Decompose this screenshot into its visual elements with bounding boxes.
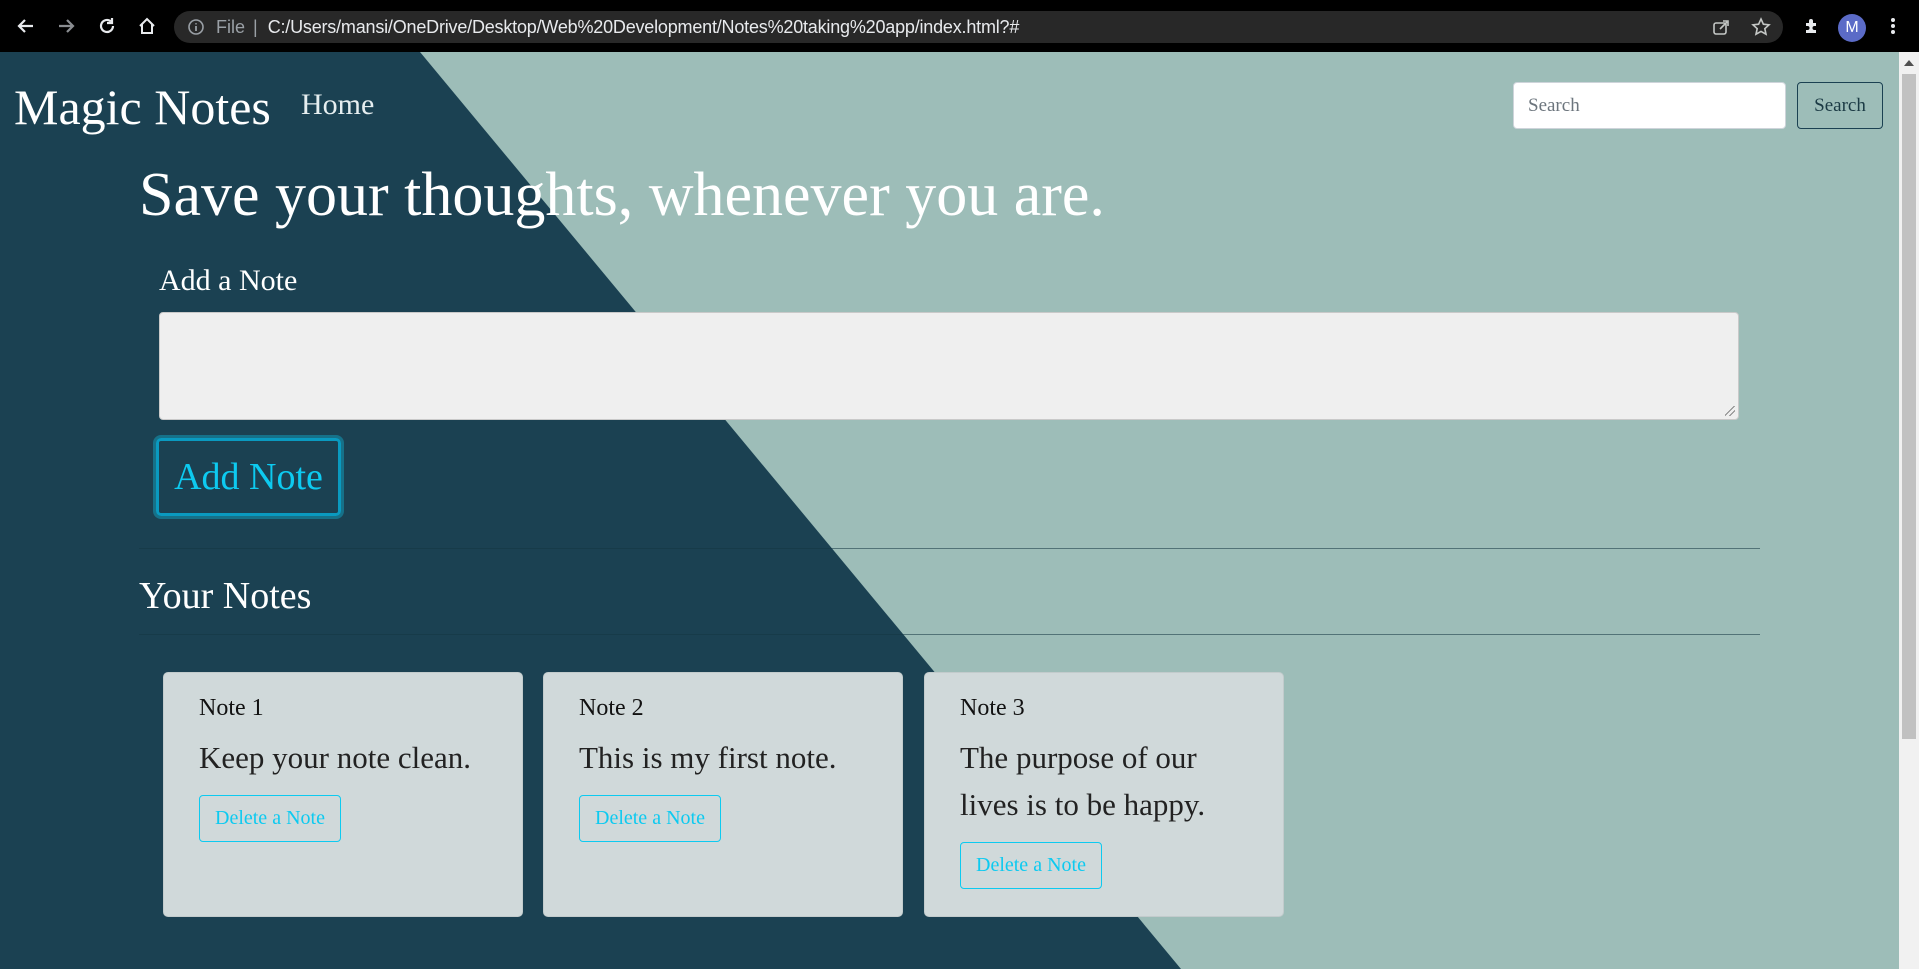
note-card: Note 2 This is my first note. Delete a N… xyxy=(543,672,903,917)
note-title: Note 3 xyxy=(960,695,1025,721)
note-card: Note 3 The purpose of our lives is to be… xyxy=(924,672,1284,917)
url-separator: | xyxy=(253,16,258,37)
scroll-up-arrow-icon[interactable] xyxy=(1904,60,1914,66)
nav-home-link[interactable]: Home xyxy=(301,88,374,122)
reload-icon[interactable] xyxy=(94,13,120,39)
note-title: Note 1 xyxy=(199,695,264,721)
note-textarea[interactable] xyxy=(159,312,1739,420)
note-text: This is my first note. xyxy=(579,740,837,775)
divider xyxy=(139,548,1760,549)
kebab-menu-icon[interactable] xyxy=(1880,13,1906,39)
profile-avatar[interactable]: M xyxy=(1838,14,1866,42)
bookmark-star-icon[interactable] xyxy=(1751,17,1771,37)
forward-arrow-icon[interactable] xyxy=(53,13,79,39)
note-text: Keep your note clean. xyxy=(199,740,471,775)
info-icon[interactable] xyxy=(186,17,206,37)
note-text: The purpose of our lives is to be happy. xyxy=(960,740,1206,822)
your-notes-heading: Your Notes xyxy=(139,575,312,617)
delete-note-button[interactable]: Delete a Note xyxy=(960,842,1102,889)
brand-logo[interactable]: Magic Notes xyxy=(14,78,271,136)
browser-toolbar: File | C:/Users/mansi/OneDrive/Desktop/W… xyxy=(0,0,1919,52)
resize-grip-icon[interactable] xyxy=(1725,406,1735,416)
divider xyxy=(139,634,1760,635)
search-button[interactable]: Search xyxy=(1797,82,1883,129)
scrollbar-thumb[interactable] xyxy=(1902,74,1916,739)
add-note-label: Add a Note xyxy=(159,264,298,297)
search-input[interactable] xyxy=(1513,82,1786,129)
url-text[interactable]: C:/Users/mansi/OneDrive/Desktop/Web%20De… xyxy=(268,17,1020,38)
note-card: Note 1 Keep your note clean. Delete a No… xyxy=(163,672,523,917)
delete-note-button[interactable]: Delete a Note xyxy=(199,795,341,842)
home-icon[interactable] xyxy=(134,13,160,39)
page-title: Save your thoughts, whenever you are. xyxy=(139,161,1105,229)
delete-note-button[interactable]: Delete a Note xyxy=(579,795,721,842)
url-scheme-label: File xyxy=(216,16,246,37)
vertical-scrollbar[interactable] xyxy=(1899,52,1919,969)
share-icon[interactable] xyxy=(1711,17,1731,37)
page-content: Magic Notes Home Search Save your though… xyxy=(0,52,1899,969)
address-bar[interactable]: File | C:/Users/mansi/OneDrive/Desktop/W… xyxy=(174,11,1783,43)
note-title: Note 2 xyxy=(579,695,644,721)
extensions-puzzle-icon[interactable] xyxy=(1799,13,1825,39)
add-note-button[interactable]: Add Note xyxy=(156,438,341,516)
back-arrow-icon[interactable] xyxy=(13,13,39,39)
